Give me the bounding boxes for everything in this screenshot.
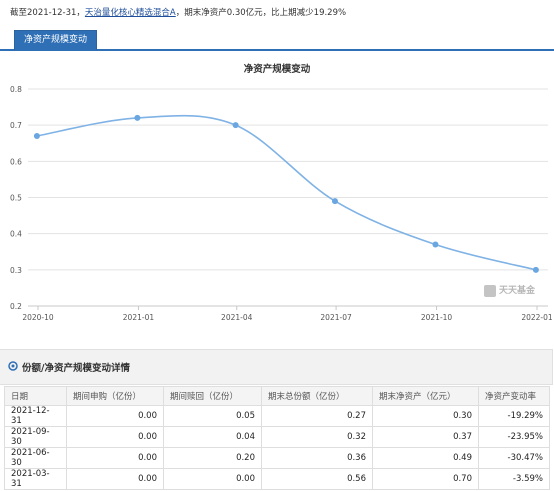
cell-total-shares: 0.27: [261, 405, 373, 427]
cell-net-assets: 0.70: [372, 468, 479, 490]
cell-subscribe: 0.00: [66, 426, 164, 448]
detail-table: 日期 期间申购（亿份） 期间赎回（亿份） 期末总份额（亿份） 期末净资产（亿元）…: [4, 386, 550, 490]
cell-date: 2021-12-31: [4, 405, 67, 427]
table-row: 2021-06-30 0.00 0.20 0.36 0.49 -30.47%: [4, 447, 550, 469]
cell-change-rate: -3.59%: [478, 468, 550, 490]
y-tick-label: 0.5: [10, 194, 22, 203]
y-tick-label: 0.4: [10, 230, 22, 239]
column-header: 日期: [4, 386, 67, 406]
chart-area: 净资产规模变动 0.8 0.7 0.6 0.5 0.4 0.3 0.2 2020-10 2021-…: [0, 51, 554, 341]
cell-date: 2021-06-30: [4, 447, 67, 469]
cell-subscribe: 0.00: [66, 447, 164, 469]
cell-redeem: 0.05: [163, 405, 262, 427]
cell-redeem: 0.20: [163, 447, 262, 469]
cell-total-shares: 0.32: [261, 426, 373, 448]
y-tick-label: 0.6: [10, 157, 22, 166]
cell-change-rate: -23.95%: [478, 426, 550, 448]
net-asset-line-chart: 净资产规模变动 0.8 0.7 0.6 0.5 0.4 0.3 0.22020-10 2021-…: [10, 63, 553, 322]
y-tick-label: 0.3: [10, 266, 22, 275]
y-tick-label: 0.7: [10, 121, 22, 130]
cell-redeem: 0.04: [163, 426, 262, 448]
data-point: [331, 198, 338, 205]
data-point: [532, 266, 539, 273]
x-tick-label: 2022-01: [521, 313, 553, 322]
cell-date: 2021-09-30: [4, 426, 67, 448]
column-header: 期间赎回（亿份）: [163, 386, 262, 406]
cell-net-assets: 0.37: [372, 426, 479, 448]
table-row: 2021-03-31 0.00 0.00 0.56 0.70 -3.59%: [4, 468, 550, 490]
cell-redeem: 0.00: [163, 468, 262, 490]
column-header: 净资产变动率: [478, 386, 550, 406]
column-header: 期末净资产（亿元）: [372, 386, 479, 406]
chart-title: 净资产规模变动: [244, 63, 311, 75]
data-point: [134, 114, 141, 121]
circle-bullet-icon: [8, 361, 18, 371]
summary-line: 截至2021-12-31，天治量化核心精选混合A，期末净资产0.30亿元，比上期…: [10, 6, 346, 18]
data-point: [432, 241, 439, 248]
detail-section-header: 份额/净资产规模变动详情: [0, 349, 553, 385]
x-tick-label: 2021-01: [123, 313, 155, 322]
x-tick-label: 2021-07: [320, 313, 352, 322]
data-point: [33, 133, 40, 140]
cell-change-rate: -19.29%: [478, 405, 550, 427]
summary-suffix: ，期末净资产0.30亿元，比上期减少19.29%: [175, 8, 347, 18]
x-tick-label: 2020-10: [22, 313, 54, 322]
fund-name-link[interactable]: 天治量化核心精选混合A: [85, 8, 176, 18]
detail-header-row: 日期 期间申购（亿份） 期间赎回（亿份） 期末总份额（亿份） 期末净资产（亿元）…: [4, 386, 550, 406]
table-row: 2021-12-31 0.00 0.05 0.27 0.30 -19.29%: [4, 405, 550, 427]
table-row: 2021-09-30 0.00 0.04 0.32 0.37 -23.95%: [4, 426, 550, 448]
data-point: [232, 122, 239, 129]
watermark-logo-icon: [484, 285, 496, 297]
column-header: 期间申购（亿份）: [66, 386, 164, 406]
y-tick-label: 0.8: [10, 85, 22, 94]
y-tick-label: 0.2: [10, 302, 22, 311]
summary-prefix: 截至2021-12-31，: [10, 8, 85, 18]
series-line: [36, 114, 537, 271]
watermark-text: 天天基金: [499, 284, 536, 296]
x-tick-label: 2021-10: [421, 313, 453, 322]
cell-subscribe: 0.00: [66, 468, 164, 490]
cell-date: 2021-03-31: [4, 468, 67, 490]
cell-change-rate: -30.47%: [478, 447, 550, 469]
cell-net-assets: 0.30: [372, 405, 479, 427]
cell-net-assets: 0.49: [372, 447, 479, 469]
tab-bar: 净资产规模变动: [0, 30, 554, 51]
detail-title: 份额/净资产规模变动详情: [22, 363, 130, 374]
x-tick-label: 2021-04: [221, 313, 253, 322]
cell-total-shares: 0.56: [261, 468, 373, 490]
tab-net-asset-scale[interactable]: 净资产规模变动: [14, 30, 98, 50]
cell-subscribe: 0.00: [66, 405, 164, 427]
cell-total-shares: 0.36: [261, 447, 373, 469]
column-header: 期末总份额（亿份）: [261, 386, 373, 406]
